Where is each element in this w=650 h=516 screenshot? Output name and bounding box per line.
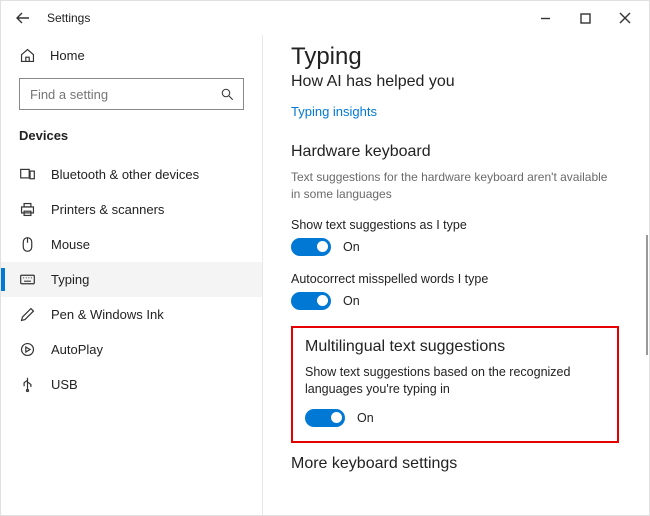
show-suggestions-toggle[interactable]: [291, 238, 331, 256]
minimize-button[interactable]: [525, 3, 565, 33]
sidebar-item-label: Pen & Windows Ink: [51, 307, 164, 322]
page-subtitle: How AI has helped you: [291, 73, 619, 91]
toggle-state: On: [357, 411, 374, 425]
sidebar-item-autoplay[interactable]: AutoPlay: [1, 332, 262, 367]
back-button[interactable]: [13, 8, 33, 28]
sidebar-item-label: Typing: [51, 272, 89, 287]
scrollbar[interactable]: [646, 235, 648, 355]
printer-icon: [19, 201, 36, 218]
maximize-button[interactable]: [565, 3, 605, 33]
more-keyboard-heading: More keyboard settings: [291, 455, 619, 473]
typing-insights-link[interactable]: Typing insights: [291, 104, 377, 119]
home-label: Home: [50, 48, 85, 63]
usb-icon: [19, 376, 36, 393]
mouse-icon: [19, 236, 36, 253]
show-suggestions-setting: Show text suggestions as I type On: [291, 218, 619, 256]
main-content: Typing How AI has helped you Typing insi…: [263, 35, 649, 515]
sidebar-item-label: Mouse: [51, 237, 90, 252]
sidebar-item-label: Printers & scanners: [51, 202, 164, 217]
home-icon: [19, 47, 36, 64]
window-controls: [525, 3, 645, 33]
sidebar-item-label: AutoPlay: [51, 342, 103, 357]
sidebar-item-pen[interactable]: Pen & Windows Ink: [1, 297, 262, 332]
hardware-keyboard-note: Text suggestions for the hardware keyboa…: [291, 169, 619, 204]
sidebar-item-usb[interactable]: USB: [1, 367, 262, 402]
hardware-keyboard-heading: Hardware keyboard: [291, 143, 619, 161]
maximize-icon: [580, 13, 591, 24]
sidebar-item-bluetooth[interactable]: Bluetooth & other devices: [1, 157, 262, 192]
arrow-left-icon: [15, 10, 31, 26]
sidebar-item-label: USB: [51, 377, 78, 392]
search-input[interactable]: [30, 87, 204, 102]
multilingual-heading: Multilingual text suggestions: [305, 338, 605, 356]
search-icon: [220, 87, 235, 102]
multilingual-highlight: Multilingual text suggestions Show text …: [291, 326, 619, 443]
multilingual-desc: Show text suggestions based on the recog…: [305, 364, 605, 399]
keyboard-icon: [19, 271, 36, 288]
search-box[interactable]: [19, 78, 244, 110]
app-title: Settings: [47, 11, 90, 25]
close-icon: [619, 12, 631, 24]
autocorrect-setting: Autocorrect misspelled words I type On: [291, 272, 619, 310]
minimize-icon: [540, 13, 551, 24]
page-title: Typing: [291, 43, 619, 71]
pen-icon: [19, 306, 36, 323]
setting-label: Autocorrect misspelled words I type: [291, 272, 619, 286]
home-nav[interactable]: Home: [1, 41, 262, 74]
sidebar-item-label: Bluetooth & other devices: [51, 167, 199, 182]
multilingual-toggle[interactable]: [305, 409, 345, 427]
sidebar-heading: Devices: [1, 122, 262, 157]
close-button[interactable]: [605, 3, 645, 33]
autoplay-icon: [19, 341, 36, 358]
autocorrect-toggle[interactable]: [291, 292, 331, 310]
sidebar: Home Devices Bluetooth & other devices P…: [1, 35, 263, 515]
toggle-state: On: [343, 294, 360, 308]
sidebar-item-typing[interactable]: Typing: [1, 262, 262, 297]
devices-icon: [19, 166, 36, 183]
sidebar-item-printers[interactable]: Printers & scanners: [1, 192, 262, 227]
setting-label: Show text suggestions as I type: [291, 218, 619, 232]
titlebar: Settings: [1, 1, 649, 35]
toggle-state: On: [343, 240, 360, 254]
sidebar-item-mouse[interactable]: Mouse: [1, 227, 262, 262]
